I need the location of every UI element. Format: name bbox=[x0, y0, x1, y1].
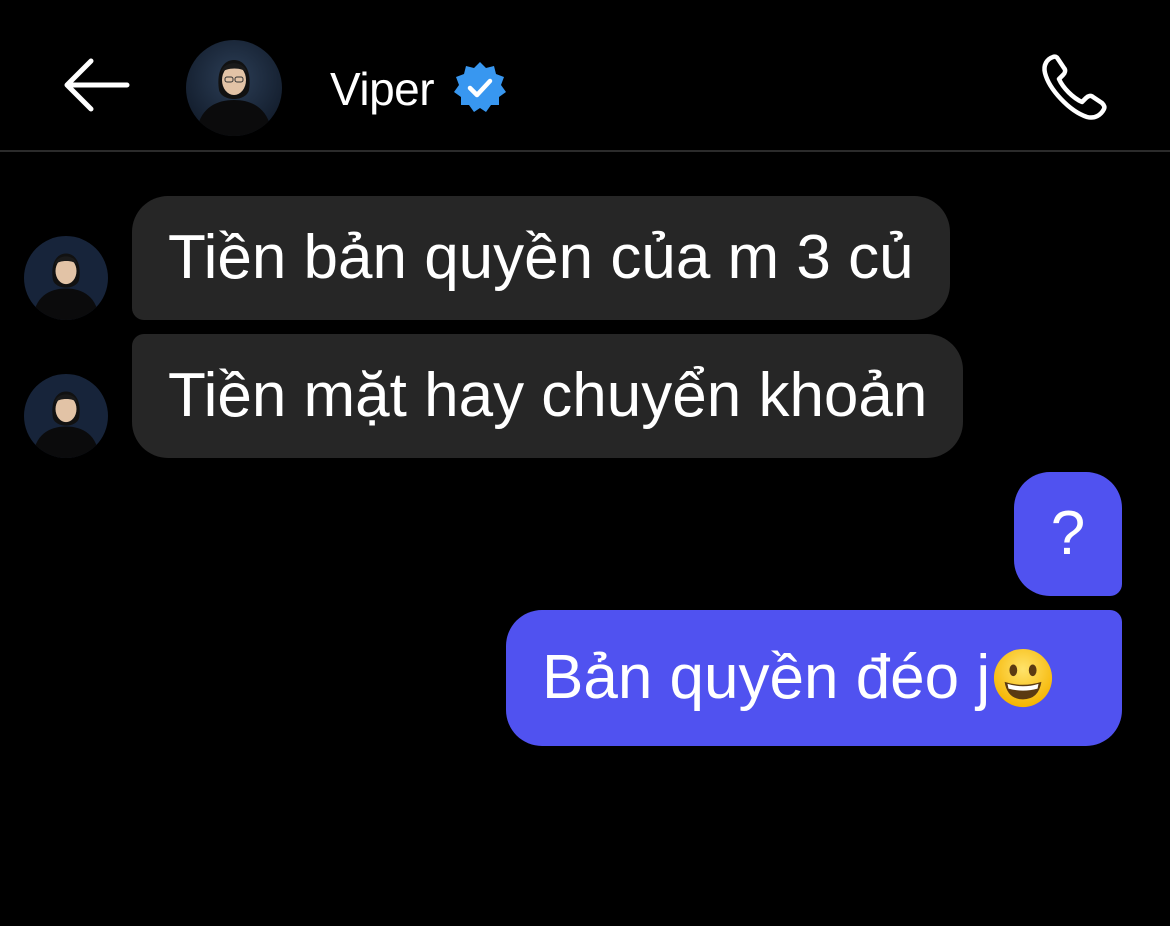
phone-icon bbox=[1042, 54, 1107, 120]
message-text: ? bbox=[1050, 499, 1086, 568]
chat-header: Viper bbox=[0, 0, 1170, 152]
sender-avatar[interactable] bbox=[24, 374, 108, 458]
message-text: Tiền mặt hay chuyển khoản bbox=[168, 361, 928, 430]
message-bubble-outgoing[interactable]: Bản quyền đéo j bbox=[506, 610, 1122, 746]
message-text: Tiền bản quyền của m 3 củ bbox=[168, 223, 914, 292]
back-button[interactable] bbox=[56, 50, 136, 120]
contact-avatar[interactable] bbox=[186, 40, 282, 136]
arrow-left-icon bbox=[64, 58, 130, 112]
contact-name[interactable]: Viper bbox=[330, 62, 435, 116]
message-text: Bản quyền đéo j bbox=[542, 643, 991, 712]
chat-screen: Viper Tiền bản quyền của m 3 củ Tiền mặt… bbox=[0, 0, 1170, 926]
message-bubble-incoming[interactable]: Tiền mặt hay chuyển khoản bbox=[132, 334, 964, 458]
grinning-face-icon bbox=[994, 648, 1053, 708]
voice-call-button[interactable] bbox=[1030, 44, 1120, 130]
sender-avatar[interactable] bbox=[24, 236, 108, 320]
message-bubble-outgoing[interactable]: ? bbox=[1014, 472, 1122, 596]
verified-badge-icon bbox=[454, 62, 506, 112]
message-bubble-incoming[interactable]: Tiền bản quyền của m 3 củ bbox=[132, 196, 950, 320]
